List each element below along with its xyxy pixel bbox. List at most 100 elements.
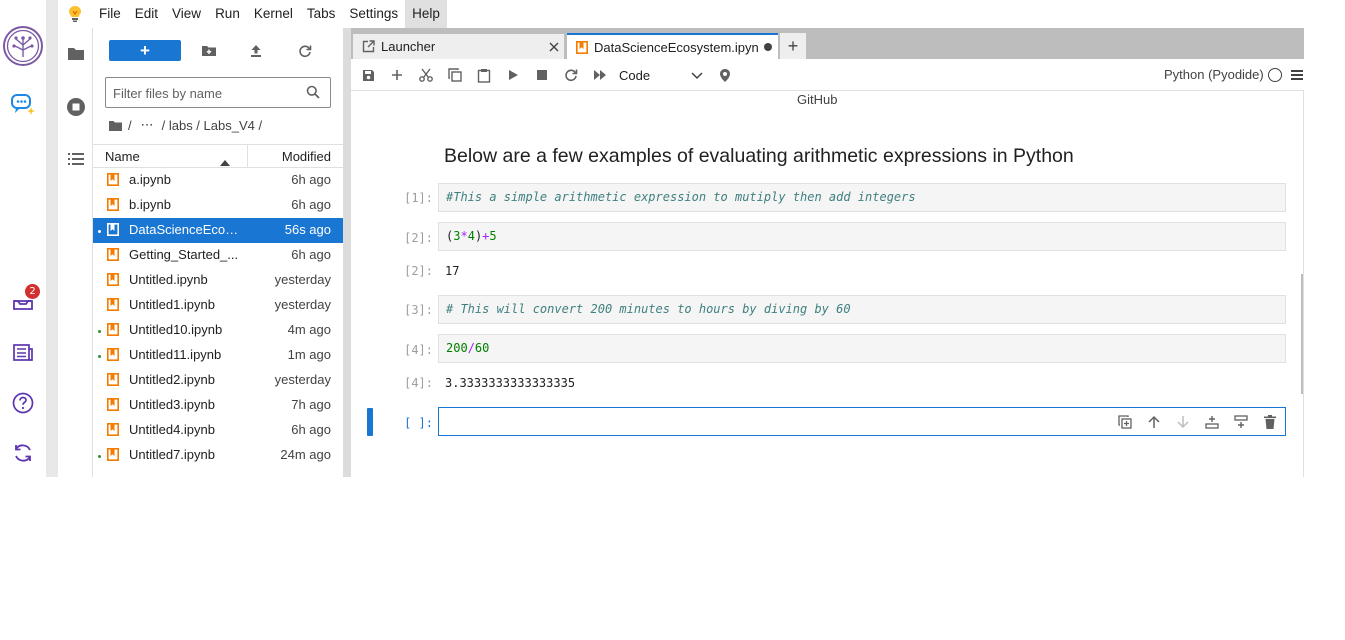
news-icon[interactable]	[0, 335, 46, 371]
restart-kernel-icon[interactable]	[559, 64, 583, 86]
menu-settings[interactable]: Settings	[342, 0, 405, 28]
file-name: Untitled3.ipynb	[129, 397, 215, 412]
code-comment: # This will convert 200 minutes to hours…	[446, 302, 851, 316]
activity-rail: 2	[0, 0, 46, 477]
help-icon[interactable]	[0, 385, 46, 421]
duplicate-cell-icon[interactable]	[1114, 413, 1136, 431]
menu-edit[interactable]: Edit	[128, 0, 165, 28]
breadcrumb-path[interactable]: / labs / Labs_V4 /	[162, 118, 262, 133]
location-pin-icon[interactable]	[713, 64, 737, 86]
add-tab-button[interactable]: +	[780, 33, 806, 59]
file-modified: yesterday	[274, 297, 331, 312]
code-cell-1[interactable]: #This a simple arithmetic expression to …	[438, 183, 1286, 212]
file-name: Untitled7.ipynb	[129, 447, 215, 462]
copy-icon[interactable]	[443, 64, 467, 86]
chevron-down-icon	[691, 68, 703, 83]
cell-type-value: Code	[619, 67, 651, 83]
close-icon[interactable]	[544, 42, 564, 52]
menu-run[interactable]: Run	[208, 0, 247, 28]
table-of-contents-icon[interactable]	[58, 141, 93, 177]
file-modified: 6h ago	[291, 172, 331, 187]
inbox-notifications-icon[interactable]: 2	[0, 284, 46, 320]
file-browser-folder-icon[interactable]	[58, 35, 93, 71]
column-modified[interactable]: Modified	[282, 149, 331, 164]
sync-icon[interactable]	[0, 435, 46, 471]
column-divider[interactable]	[247, 145, 248, 167]
file-modified: 4m ago	[287, 322, 331, 337]
output-prompt: [4]:	[404, 376, 433, 390]
tab-notebook[interactable]: DataScienceEcosystem.ipynb	[567, 33, 778, 59]
insert-above-icon[interactable]	[1201, 413, 1223, 431]
paste-icon[interactable]	[472, 64, 496, 86]
file-modified: 6h ago	[291, 247, 331, 262]
cell-output: 17	[445, 264, 460, 278]
menu-kernel[interactable]: Kernel	[247, 0, 300, 28]
file-row[interactable]: Untitled3.ipynb 7h ago	[93, 393, 343, 418]
run-icon[interactable]	[501, 64, 525, 86]
breadcrumb-root[interactable]: /	[128, 118, 132, 133]
panel-splitter[interactable]	[343, 28, 351, 477]
fast-forward-icon[interactable]	[588, 64, 612, 86]
file-row[interactable]: Untitled10.ipynb 4m ago	[93, 318, 343, 343]
menu-file[interactable]: File	[92, 0, 128, 28]
notebook-icon	[576, 40, 588, 54]
file-row[interactable]: Getting_Started_... 6h ago	[93, 243, 343, 268]
file-name: Untitled11.ipynb	[129, 347, 222, 362]
move-up-icon[interactable]	[1143, 413, 1165, 431]
new-launcher-button[interactable]: +	[109, 40, 181, 61]
rail-divider	[46, 0, 58, 477]
new-folder-icon[interactable]	[196, 40, 222, 62]
insert-cell-icon[interactable]	[385, 64, 409, 86]
column-name[interactable]: Name	[105, 149, 140, 164]
file-row[interactable]: Untitled2.ipynb yesterday	[93, 368, 343, 393]
file-name: Getting_Started_...	[129, 247, 239, 262]
search-icon	[306, 85, 320, 104]
file-row[interactable]: Untitled11.ipynb 1m ago	[93, 343, 343, 368]
code-cell-2[interactable]: (3*4)+5	[438, 222, 1286, 251]
cut-icon[interactable]	[414, 64, 438, 86]
code-cell-4[interactable]: 200/60	[438, 334, 1286, 363]
launcher-icon	[362, 40, 375, 53]
file-row[interactable]: a.ipynb 6h ago	[93, 168, 343, 193]
file-row[interactable]: Untitled4.ipynb 6h ago	[93, 418, 343, 443]
running-indicator-icon	[98, 355, 101, 358]
stop-icon[interactable]	[530, 64, 554, 86]
save-icon[interactable]	[356, 64, 380, 86]
menu-view[interactable]: View	[165, 0, 208, 28]
file-modified: 24m ago	[280, 447, 331, 462]
kernel-menu-icon[interactable]	[1291, 68, 1303, 86]
tab-launcher[interactable]: Launcher	[353, 33, 564, 59]
file-row[interactable]: b.ipynb 6h ago	[93, 193, 343, 218]
file-name: Untitled.ipynb	[129, 272, 208, 287]
code-token: 5	[489, 229, 497, 243]
running-indicator-icon	[98, 330, 101, 333]
file-name: DataScienceEcosy...	[129, 222, 244, 237]
kernel-name[interactable]: Python (Pyodide)	[1164, 67, 1264, 82]
unsaved-dot-icon[interactable]	[758, 42, 778, 52]
file-row[interactable]: Untitled7.ipynb 24m ago	[93, 443, 343, 468]
file-modified: 56s ago	[284, 222, 331, 237]
file-row[interactable]: DataScienceEcosy... 56s ago	[93, 218, 343, 243]
cell-type-dropdown[interactable]: Code	[619, 65, 703, 85]
move-down-icon[interactable]	[1172, 413, 1194, 431]
delete-cell-icon[interactable]	[1259, 413, 1281, 431]
menu-tabs[interactable]: Tabs	[300, 0, 343, 28]
jupyter-tree-logo-icon[interactable]	[0, 26, 46, 66]
upload-icon[interactable]	[243, 40, 269, 62]
file-row[interactable]: Untitled.ipynb yesterday	[93, 268, 343, 293]
notification-badge: 2	[25, 284, 40, 299]
menu-help[interactable]: Help	[405, 0, 447, 28]
running-kernels-stop-icon[interactable]	[58, 89, 93, 125]
refresh-icon[interactable]	[292, 40, 318, 62]
file-row[interactable]: Untitled1.ipynb yesterday	[93, 293, 343, 318]
code-cell-3[interactable]: # This will convert 200 minutes to hours…	[438, 295, 1286, 324]
scrollbar[interactable]	[1301, 274, 1303, 394]
breadcrumb-home-folder-icon[interactable]	[108, 119, 123, 132]
filter-files-input[interactable]	[113, 84, 298, 102]
insert-below-icon[interactable]	[1230, 413, 1252, 431]
notebook-icon	[107, 323, 119, 341]
active-code-cell[interactable]	[438, 407, 1286, 436]
breadcrumb-ellipsis[interactable]: ⋯	[141, 117, 154, 133]
ai-chat-icon[interactable]	[0, 86, 46, 122]
notebook-icon	[107, 198, 119, 216]
